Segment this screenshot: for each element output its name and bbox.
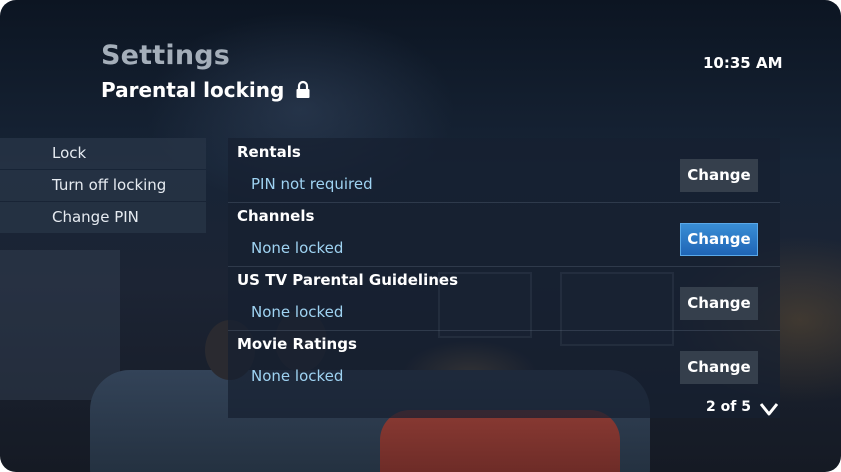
setting-title: Channels xyxy=(237,207,315,225)
chevron-down-icon[interactable] xyxy=(760,402,778,416)
change-movie-ratings-button[interactable]: Change xyxy=(680,351,758,384)
setting-title: Rentals xyxy=(237,143,301,161)
side-menu: Lock Turn off locking Change PIN xyxy=(0,138,206,234)
page-title: Parental locking xyxy=(101,78,285,102)
background-window xyxy=(0,250,120,400)
change-tv-guidelines-button[interactable]: Change xyxy=(680,287,758,320)
menu-item-lock[interactable]: Lock xyxy=(0,138,206,169)
change-rentals-button[interactable]: Change xyxy=(680,159,758,192)
lock-icon xyxy=(296,80,310,98)
setting-row-channels: Channels None locked Change xyxy=(228,202,780,267)
setting-value: None locked xyxy=(251,303,344,321)
menu-item-change-pin[interactable]: Change PIN xyxy=(0,202,206,233)
background-blanket xyxy=(380,410,620,472)
setting-row-rentals: Rentals PIN not required Change xyxy=(228,138,780,203)
menu-item-turn-off-locking[interactable]: Turn off locking xyxy=(0,170,206,201)
setting-value: PIN not required xyxy=(251,175,373,193)
setting-row-us-tv-guidelines: US TV Parental Guidelines None locked Ch… xyxy=(228,266,780,331)
change-channels-button[interactable]: Change xyxy=(680,223,758,256)
setting-value: None locked xyxy=(251,367,344,385)
setting-row-movie-ratings: Movie Ratings None locked Change xyxy=(228,330,780,394)
settings-panel: Rentals PIN not required Change Channels… xyxy=(228,138,780,418)
setting-title: Movie Ratings xyxy=(237,335,357,353)
clock: 10:35 AM xyxy=(703,54,783,72)
page-indicator: 2 of 5 xyxy=(706,399,751,415)
setting-title: US TV Parental Guidelines xyxy=(237,271,458,289)
tv-screen: Settings Parental locking 10:35 AM Lock … xyxy=(0,0,841,472)
app-title: Settings xyxy=(101,40,231,71)
setting-value: None locked xyxy=(251,239,344,257)
